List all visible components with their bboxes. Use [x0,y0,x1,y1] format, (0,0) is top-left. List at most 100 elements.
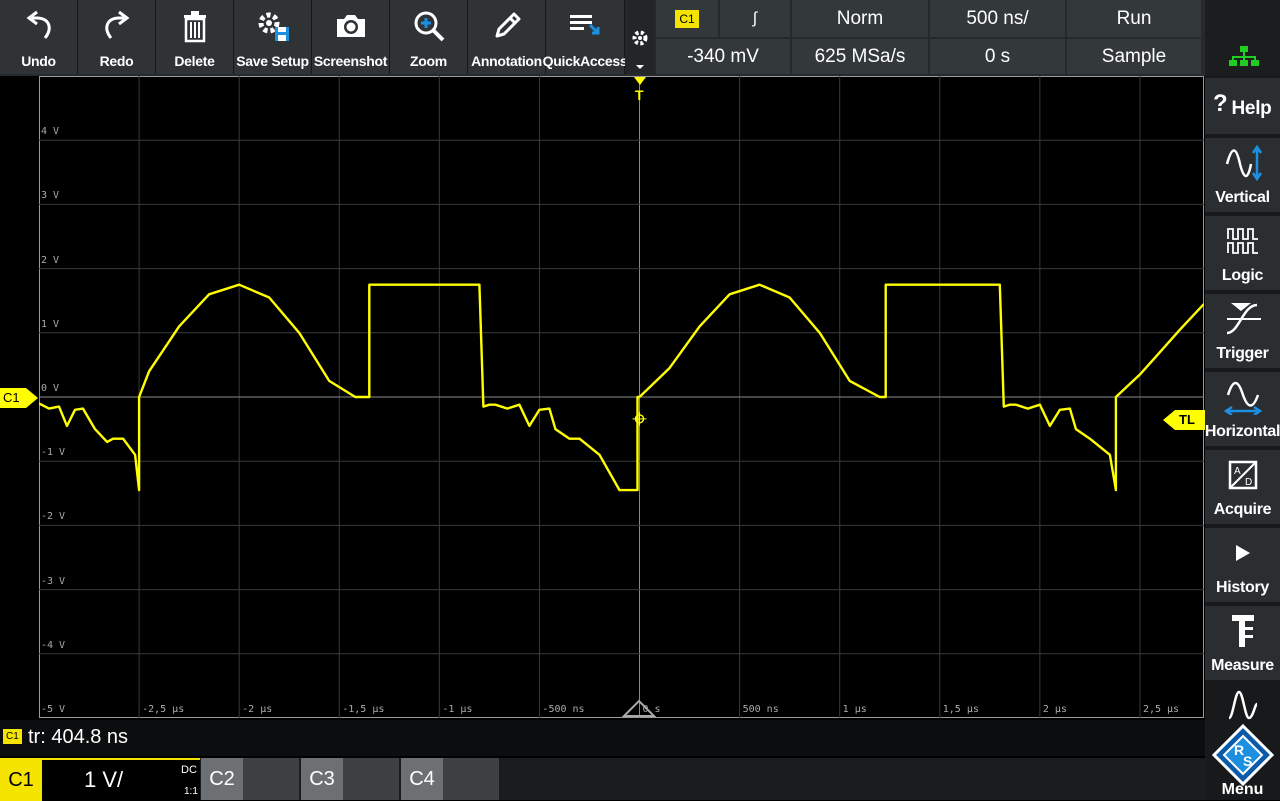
run-state-cell[interactable]: Run [1067,0,1201,37]
trigger-source-badge: C1 [675,9,699,28]
trigger-point-cross [632,411,647,426]
history-label: History [1215,579,1270,596]
svg-text:A: A [1234,466,1241,477]
run-state: Run [1116,7,1152,29]
vertical-button[interactable]: Vertical [1205,138,1280,212]
channel-c4-label: C4 [401,758,443,800]
vertical-label: Vertical [1215,189,1270,206]
redo-button[interactable]: Redo [78,0,156,74]
channel-c2-tab[interactable]: C2 [201,758,299,800]
channel-c1-label: C1 [0,759,42,801]
delete-button[interactable]: Delete [156,0,234,74]
undo-button[interactable]: Undo [0,0,78,74]
waveform-shortcut[interactable] [1205,684,1280,724]
x-axis-label: -1 µs [442,704,473,715]
horizontal-position: 0 s [984,45,1011,67]
network-icon [1229,46,1259,66]
quickaccess-label: QuickAccess [542,53,628,69]
measurement-result[interactable]: tr: 404.8 ns [28,726,128,749]
trigger-slope-cell[interactable]: ∫ [720,0,790,37]
measurement-bar [0,720,1205,756]
help-label: Help [1231,98,1272,119]
chevron-down-icon [636,65,644,69]
y-axis-label: -1 V [41,447,66,459]
trigger-button[interactable]: Trigger [1205,294,1280,368]
channel-c1-ratio: 1:1 [184,786,198,797]
acquire-button[interactable]: AD Acquire [1205,450,1280,524]
logic-button[interactable]: Logic [1205,216,1280,290]
waveform-trace [39,283,1204,492]
play-icon [1235,545,1250,561]
undo-label: Undo [21,53,56,69]
timebase-value: 500 ns/ [966,7,1029,29]
screenshot-button[interactable]: Screenshot [312,0,390,74]
save-setup-button[interactable]: Save Setup [234,0,312,74]
waveform-icon [1227,690,1259,720]
y-axis-label: 2 V [41,254,60,266]
waveform-segment-1 [638,283,1204,492]
y-axis-label: 3 V [41,190,60,202]
waveform-display[interactable] [39,76,1204,718]
svg-text:D: D [1245,477,1252,488]
help-button[interactable]: ? Help [1205,78,1280,134]
horizontal-position-cell[interactable]: 0 s [930,39,1065,74]
history-button[interactable]: History [1205,528,1280,602]
channel-c1-tab[interactable]: C1 1 V/ DC 1:1 [0,758,200,801]
trigger-level-marker[interactable]: TL [1163,410,1205,430]
menu-button[interactable]: RS Menu [1205,724,1280,800]
channel-c3-tab[interactable]: C3 [301,758,399,800]
x-axis-label: 2 µs [1042,704,1067,715]
y-axis-label: -4 V [41,639,66,651]
save-setup-label: Save Setup [236,53,309,69]
trigger-mode-cell[interactable]: Norm [792,0,928,37]
horizontal-button[interactable]: Horizontal [1205,372,1280,446]
y-axis-label: -5 V [41,704,66,715]
grid [39,76,1204,718]
quickaccess-icon [570,15,600,35]
logic-label: Logic [1221,267,1264,284]
network-status [1205,0,1280,76]
trigger-position-marker-label: T [635,87,644,103]
zoom-label: Zoom [410,53,447,69]
annotation-button[interactable]: Annotation [468,0,546,74]
channel-c4-tab[interactable]: C4 [401,758,499,800]
screenshot-label: Screenshot [313,53,388,69]
acquire-icon: AD [1228,460,1257,490]
y-axis-label: 4 V [41,126,60,138]
x-axis-label: -500 ns [542,704,585,715]
trigger-level-marker-label: TL [1179,412,1195,427]
x-axis-label: -2,5 µs [142,704,185,715]
acquire-mode-cell[interactable]: Sample [1067,39,1201,74]
x-axis-label: 1 µs [842,704,867,715]
trigger-level: -340 mV [687,45,759,67]
sample-rate-cell[interactable]: 625 MSa/s [792,39,928,74]
trigger-source-cell[interactable]: C1 [656,0,718,37]
undo-icon [26,10,51,39]
trigger-position-marker[interactable]: T [632,77,648,105]
quickaccess-button[interactable]: QuickAccess [542,0,628,74]
trigger-mode: Norm [836,7,884,29]
trigger-level-cell[interactable]: -340 mV [656,39,790,74]
trigger-icon [1226,303,1261,335]
measure-icon [1231,615,1254,647]
measure-label: Measure [1211,657,1274,674]
trash-icon [183,11,206,43]
help-icon: ? [1213,90,1228,117]
timebase-cell[interactable]: 500 ns/ [930,0,1065,37]
measurement-channel-badge: C1 [3,729,22,744]
menu-label: Menu [1221,781,1264,798]
channel-c2-body [243,758,299,800]
toolbar-settings-button[interactable] [625,0,655,74]
acquire-mode: Sample [1101,45,1167,67]
channel-marker[interactable]: C1 [0,388,40,408]
channel-marker-label: C1 [3,390,20,405]
redo-label: Redo [99,53,134,69]
sample-rate: 625 MSa/s [814,45,906,67]
channel-c1-scale: 1 V/ [84,767,124,792]
measure-button[interactable]: Measure [1205,606,1280,680]
zoom-button[interactable]: Zoom [390,0,468,74]
y-axis-label: 1 V [41,318,60,330]
y-axis-label: -3 V [41,575,66,587]
time-reference-marker[interactable] [622,699,656,717]
channel-c1-coupling: DC [181,764,197,776]
